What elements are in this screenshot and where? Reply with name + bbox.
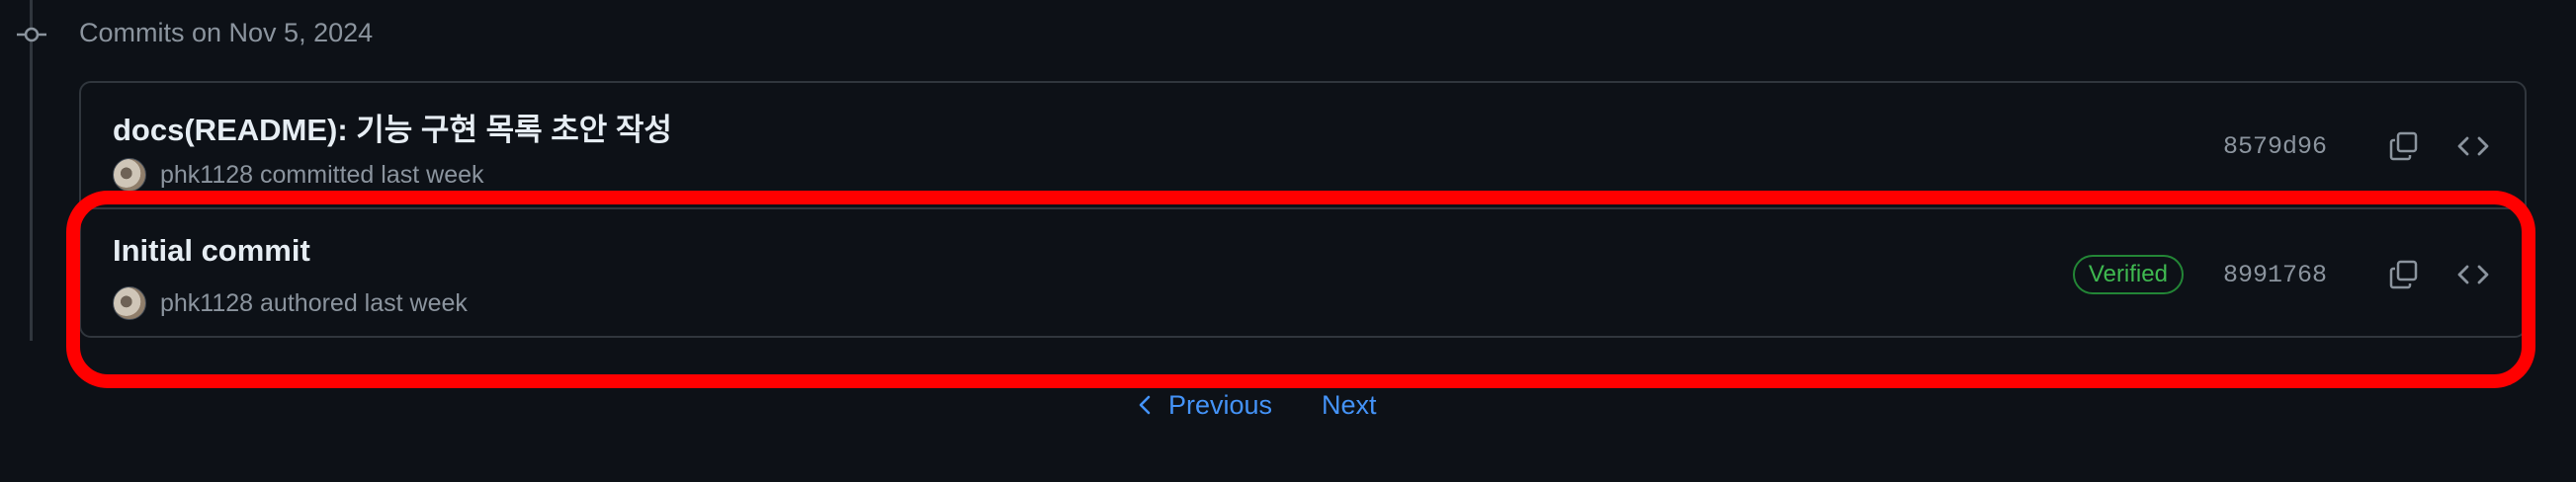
verified-badge[interactable]: Verified <box>2072 255 2184 294</box>
commit-sha-link[interactable]: 8579d96 <box>2223 132 2327 161</box>
copy-sha-button[interactable] <box>2382 124 2426 168</box>
commit-list: docs(README): 기능 구현 목록 초안 작성 phk1128 com… <box>79 81 2527 338</box>
commit-sha-link[interactable]: 8991768 <box>2223 261 2327 289</box>
pagination: Previous Next <box>1137 385 1377 425</box>
previous-label: Previous <box>1168 389 1273 420</box>
commit-title-link[interactable]: Initial commit <box>113 233 310 269</box>
git-commit-icon <box>17 27 46 42</box>
chevron-left-icon <box>1139 395 1151 415</box>
avatar[interactable] <box>113 158 146 192</box>
copy-icon <box>2389 131 2418 161</box>
timeline-line <box>30 0 33 341</box>
copy-sha-button[interactable] <box>2382 253 2426 296</box>
commit-row: docs(README): 기능 구현 목록 초안 작성 phk1128 com… <box>81 83 2525 209</box>
code-icon <box>2457 136 2489 156</box>
commit-actions: 8579d96 <box>2223 83 2495 209</box>
previous-page-button[interactable]: Previous <box>1137 390 1272 421</box>
commit-action-time: committed last week <box>260 160 484 189</box>
commit-row: Initial commit phk1128 authored last wee… <box>81 211 2525 336</box>
author-link[interactable]: phk1128 <box>160 161 253 189</box>
commit-action-time: authored last week <box>260 288 468 317</box>
copy-icon <box>2389 260 2418 289</box>
code-icon <box>2457 265 2489 284</box>
browse-repo-button[interactable] <box>2451 253 2495 296</box>
next-page-button[interactable]: Next <box>1322 390 1377 421</box>
author-link[interactable]: phk1128 <box>160 289 253 317</box>
commit-meta: phk1128 committed last week <box>113 158 484 192</box>
commit-group-header: Commits on Nov 5, 2024 <box>79 18 374 47</box>
commit-meta: phk1128 authored last week <box>113 286 468 320</box>
avatar[interactable] <box>113 286 146 320</box>
commit-actions: Verified 8991768 <box>2072 211 2495 336</box>
commit-title-link[interactable]: docs(README): 기능 구현 목록 초안 작성 <box>113 105 672 149</box>
browse-repo-button[interactable] <box>2451 124 2495 168</box>
